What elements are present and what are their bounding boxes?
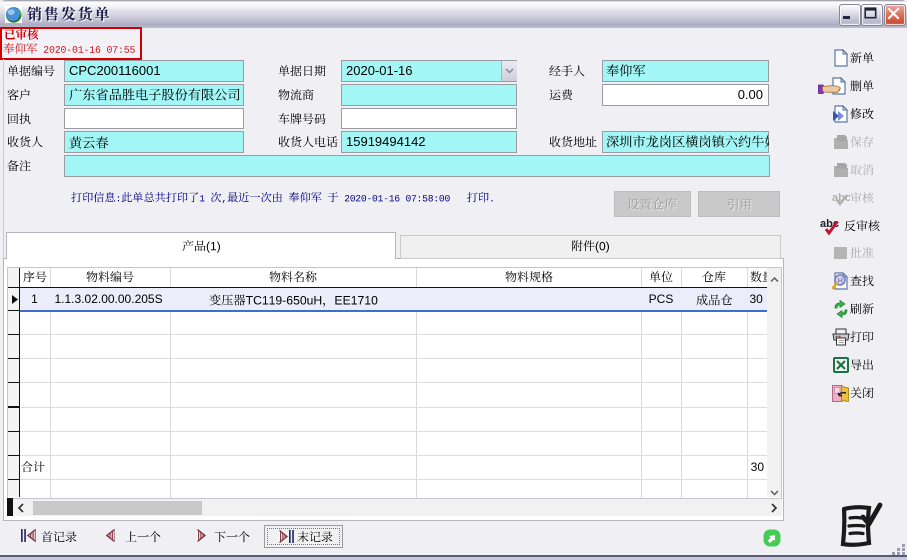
svg-text:H: H (838, 276, 843, 285)
